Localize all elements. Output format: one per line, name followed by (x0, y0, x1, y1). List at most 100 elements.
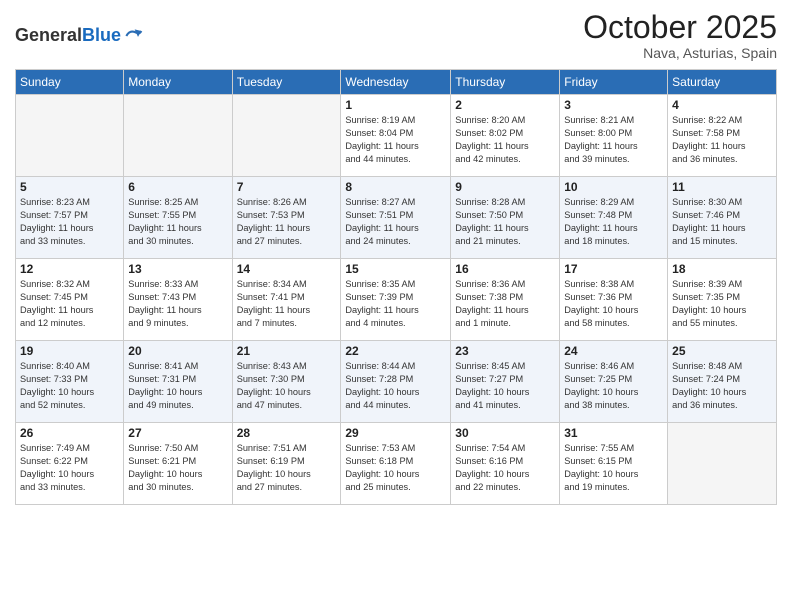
day-info: Sunrise: 8:44 AM Sunset: 7:28 PM Dayligh… (345, 360, 446, 412)
week-row-3: 19Sunrise: 8:40 AM Sunset: 7:33 PM Dayli… (16, 341, 777, 423)
day-number: 6 (128, 180, 227, 194)
week-row-0: 1 Sunrise: 8:19 AM Sunset: 8:04 PM Daylig… (16, 95, 777, 177)
cell-w2-d0: 12 Sunrise: 8:32 AM Sunset: 7:45 PM Dayli… (16, 259, 124, 341)
day-number: 23 (455, 344, 555, 358)
day-number: 26 (20, 426, 119, 440)
cell-w1-d1: 6 Sunrise: 8:25 AM Sunset: 7:55 PM Daylig… (124, 177, 232, 259)
cell-w3-d0: 19Sunrise: 8:40 AM Sunset: 7:33 PM Dayli… (16, 341, 124, 423)
cell-w2-d1: 13 Sunrise: 8:33 AM Sunset: 7:43 PM Dayli… (124, 259, 232, 341)
day-info: Sunrise: 8:34 AM Sunset: 7:41 PM Dayligh… (237, 278, 337, 330)
cell-w3-d3: 22Sunrise: 8:44 AM Sunset: 7:28 PM Dayli… (341, 341, 451, 423)
day-info: Sunrise: 8:45 AM Sunset: 7:27 PM Dayligh… (455, 360, 555, 412)
day-number: 31 (564, 426, 663, 440)
cell-w1-d3: 8 Sunrise: 8:27 AM Sunset: 7:51 PM Daylig… (341, 177, 451, 259)
weekday-header-row: Sunday Monday Tuesday Wednesday Thursday… (16, 70, 777, 95)
day-number: 2 (455, 98, 555, 112)
day-info: Sunrise: 8:36 AM Sunset: 7:38 PM Dayligh… (455, 278, 555, 330)
day-number: 27 (128, 426, 227, 440)
cell-w3-d4: 23 Sunrise: 8:45 AM Sunset: 7:27 PM Dayli… (451, 341, 560, 423)
page: GeneralBlue October 2025 Nava, Asturias,… (0, 0, 792, 612)
cell-w4-d4: 30 Sunrise: 7:54 AM Sunset: 6:16 PM Dayli… (451, 423, 560, 505)
day-info: Sunrise: 8:28 AM Sunset: 7:50 PM Dayligh… (455, 196, 555, 248)
day-number: 13 (128, 262, 227, 276)
day-number: 30 (455, 426, 555, 440)
day-info: Sunrise: 8:38 AM Sunset: 7:36 PM Dayligh… (564, 278, 663, 330)
day-info: Sunrise: 8:21 AM Sunset: 8:00 PM Dayligh… (564, 114, 663, 166)
day-number: 10 (564, 180, 663, 194)
day-info: Sunrise: 8:19 AM Sunset: 8:04 PM Dayligh… (345, 114, 446, 166)
day-info: Sunrise: 8:27 AM Sunset: 7:51 PM Dayligh… (345, 196, 446, 248)
day-number: 3 (564, 98, 663, 112)
day-number: 1 (345, 98, 446, 112)
day-info: Sunrise: 7:53 AM Sunset: 6:18 PM Dayligh… (345, 442, 446, 494)
month-title: October 2025 (583, 10, 777, 45)
day-number: 19 (20, 344, 119, 358)
day-info: Sunrise: 8:43 AM Sunset: 7:30 PM Dayligh… (237, 360, 337, 412)
cell-w3-d1: 20 Sunrise: 8:41 AM Sunset: 7:31 PM Dayli… (124, 341, 232, 423)
day-info: Sunrise: 8:48 AM Sunset: 7:24 PM Dayligh… (672, 360, 772, 412)
day-number: 16 (455, 262, 555, 276)
day-number: 18 (672, 262, 772, 276)
day-info: Sunrise: 7:49 AM Sunset: 6:22 PM Dayligh… (20, 442, 119, 494)
logo-blue: Blue (82, 25, 121, 45)
cell-w4-d1: 27 Sunrise: 7:50 AM Sunset: 6:21 PM Dayli… (124, 423, 232, 505)
header-friday: Friday (560, 70, 668, 95)
logo-general: General (15, 25, 82, 45)
cell-w4-d0: 26 Sunrise: 7:49 AM Sunset: 6:22 PM Dayli… (16, 423, 124, 505)
week-row-4: 26 Sunrise: 7:49 AM Sunset: 6:22 PM Dayli… (16, 423, 777, 505)
cell-w1-d4: 9 Sunrise: 8:28 AM Sunset: 7:50 PM Daylig… (451, 177, 560, 259)
cell-w2-d2: 14 Sunrise: 8:34 AM Sunset: 7:41 PM Dayli… (232, 259, 341, 341)
cell-w3-d2: 21Sunrise: 8:43 AM Sunset: 7:30 PM Dayli… (232, 341, 341, 423)
day-info: Sunrise: 8:30 AM Sunset: 7:46 PM Dayligh… (672, 196, 772, 248)
day-number: 24 (564, 344, 663, 358)
day-number: 14 (237, 262, 337, 276)
cell-w0-d5: 3 Sunrise: 8:21 AM Sunset: 8:00 PM Daylig… (560, 95, 668, 177)
day-info: Sunrise: 8:32 AM Sunset: 7:45 PM Dayligh… (20, 278, 119, 330)
cell-w3-d5: 24Sunrise: 8:46 AM Sunset: 7:25 PM Dayli… (560, 341, 668, 423)
header: GeneralBlue October 2025 Nava, Asturias,… (15, 10, 777, 61)
cell-w4-d5: 31 Sunrise: 7:55 AM Sunset: 6:15 PM Dayli… (560, 423, 668, 505)
cell-w0-d4: 2 Sunrise: 8:20 AM Sunset: 8:02 PM Daylig… (451, 95, 560, 177)
day-info: Sunrise: 7:54 AM Sunset: 6:16 PM Dayligh… (455, 442, 555, 494)
header-tuesday: Tuesday (232, 70, 341, 95)
location: Nava, Asturias, Spain (583, 45, 777, 61)
day-info: Sunrise: 7:50 AM Sunset: 6:21 PM Dayligh… (128, 442, 227, 494)
day-info: Sunrise: 8:29 AM Sunset: 7:48 PM Dayligh… (564, 196, 663, 248)
day-number: 15 (345, 262, 446, 276)
day-number: 11 (672, 180, 772, 194)
cell-w0-d1 (124, 95, 232, 177)
cell-w2-d4: 16 Sunrise: 8:36 AM Sunset: 7:38 PM Dayli… (451, 259, 560, 341)
day-number: 8 (345, 180, 446, 194)
cell-w0-d0 (16, 95, 124, 177)
logo-icon (123, 26, 143, 46)
day-info: Sunrise: 8:26 AM Sunset: 7:53 PM Dayligh… (237, 196, 337, 248)
week-row-2: 12 Sunrise: 8:32 AM Sunset: 7:45 PM Dayli… (16, 259, 777, 341)
cell-w4-d3: 29Sunrise: 7:53 AM Sunset: 6:18 PM Dayli… (341, 423, 451, 505)
day-info: Sunrise: 7:51 AM Sunset: 6:19 PM Dayligh… (237, 442, 337, 494)
day-number: 20 (128, 344, 227, 358)
cell-w1-d6: 11 Sunrise: 8:30 AM Sunset: 7:46 PM Dayli… (668, 177, 777, 259)
cell-w4-d6 (668, 423, 777, 505)
calendar-table: Sunday Monday Tuesday Wednesday Thursday… (15, 69, 777, 505)
cell-w0-d6: 4Sunrise: 8:22 AM Sunset: 7:58 PM Daylig… (668, 95, 777, 177)
day-number: 7 (237, 180, 337, 194)
day-info: Sunrise: 8:25 AM Sunset: 7:55 PM Dayligh… (128, 196, 227, 248)
day-info: Sunrise: 8:23 AM Sunset: 7:57 PM Dayligh… (20, 196, 119, 248)
cell-w3-d6: 25Sunrise: 8:48 AM Sunset: 7:24 PM Dayli… (668, 341, 777, 423)
week-row-1: 5Sunrise: 8:23 AM Sunset: 7:57 PM Daylig… (16, 177, 777, 259)
day-number: 17 (564, 262, 663, 276)
day-info: Sunrise: 8:35 AM Sunset: 7:39 PM Dayligh… (345, 278, 446, 330)
cell-w1-d5: 10 Sunrise: 8:29 AM Sunset: 7:48 PM Dayli… (560, 177, 668, 259)
cell-w2-d6: 18Sunrise: 8:39 AM Sunset: 7:35 PM Dayli… (668, 259, 777, 341)
day-number: 12 (20, 262, 119, 276)
day-info: Sunrise: 7:55 AM Sunset: 6:15 PM Dayligh… (564, 442, 663, 494)
header-thursday: Thursday (451, 70, 560, 95)
day-info: Sunrise: 8:20 AM Sunset: 8:02 PM Dayligh… (455, 114, 555, 166)
day-info: Sunrise: 8:41 AM Sunset: 7:31 PM Dayligh… (128, 360, 227, 412)
cell-w0-d2 (232, 95, 341, 177)
cell-w1-d0: 5Sunrise: 8:23 AM Sunset: 7:57 PM Daylig… (16, 177, 124, 259)
day-number: 9 (455, 180, 555, 194)
day-number: 28 (237, 426, 337, 440)
cell-w2-d3: 15 Sunrise: 8:35 AM Sunset: 7:39 PM Dayli… (341, 259, 451, 341)
day-info: Sunrise: 8:33 AM Sunset: 7:43 PM Dayligh… (128, 278, 227, 330)
